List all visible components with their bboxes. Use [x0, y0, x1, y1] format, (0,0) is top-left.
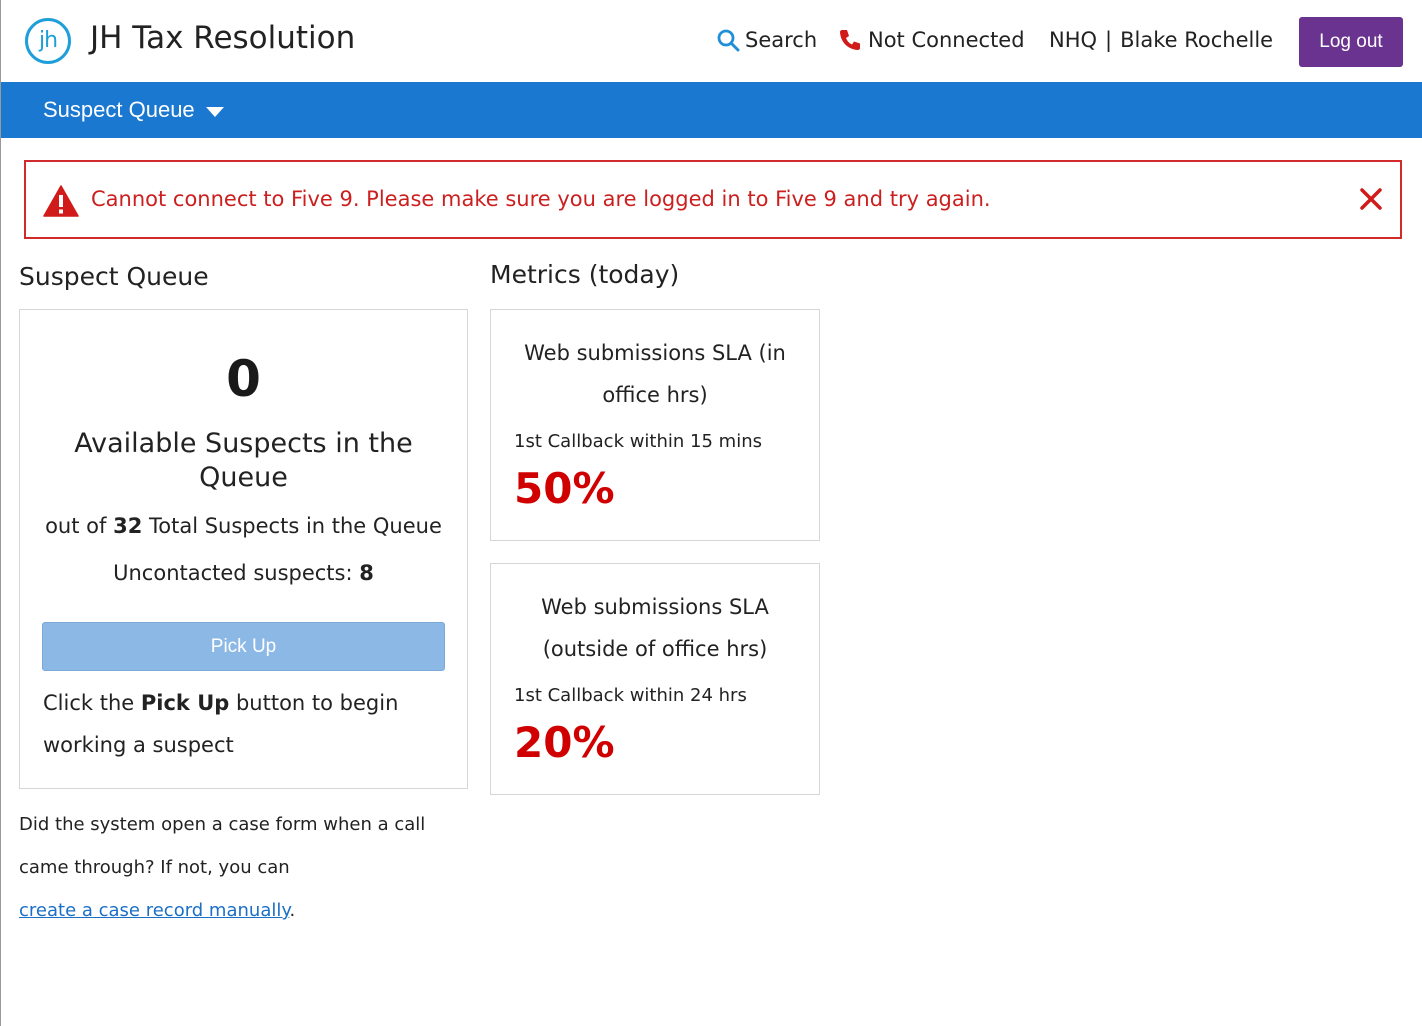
alert-message: Cannot connect to Five 9. Please make su… — [91, 187, 991, 211]
search-label: Search — [745, 28, 818, 52]
org-user-info: NHQ | Blake Rochelle — [1049, 28, 1273, 52]
queue-card: 0 Available Suspects in the Queue out of… — [19, 309, 468, 789]
metric-value: 20% — [514, 718, 615, 767]
total-suffix: Total Suspects in the Queue — [149, 514, 442, 538]
app-header: jh JH Tax Resolution Search Not Connecte… — [1, 0, 1422, 82]
manual-case-prompt: Did the system open a case form when a c… — [19, 814, 426, 878]
close-icon[interactable] — [1358, 186, 1384, 212]
pick-up-button[interactable]: Pick Up — [42, 622, 445, 671]
app-title[interactable]: JH Tax Resolution — [90, 20, 355, 56]
phone-icon — [840, 30, 860, 50]
metric-subtitle: 1st Callback within 15 mins — [514, 431, 762, 452]
manual-case-period: . — [289, 900, 296, 921]
help-bold: Pick Up — [140, 691, 230, 715]
warning-triangle-icon — [43, 185, 79, 217]
suspect-queue-heading: Suspect Queue — [19, 262, 209, 291]
metric-title: Web submissions SLA (outside of office h… — [541, 595, 769, 661]
metric-value: 50% — [514, 464, 615, 513]
nav-bar: Suspect Queue — [1, 82, 1422, 138]
metric-card-outside-office: Web submissions SLA (outside of office h… — [490, 563, 820, 795]
phone-status-label: Not Connected — [868, 28, 1025, 52]
phone-status[interactable]: Not Connected — [838, 28, 1025, 52]
pick-up-help-text: Click the Pick Up button to begin workin… — [43, 682, 423, 766]
available-label: Available Suspects in the Queue — [74, 428, 413, 493]
total-prefix: out of — [45, 514, 107, 538]
search-icon — [717, 29, 740, 52]
total-count: 32 — [113, 514, 143, 538]
caret-down-icon — [205, 106, 224, 117]
available-count: 0 — [226, 350, 261, 408]
org-name: NHQ — [1049, 28, 1098, 52]
metric-subtitle: 1st Callback within 24 hrs — [514, 685, 747, 706]
user-name: Blake Rochelle — [1120, 28, 1274, 52]
uncontacted-count: 8 — [359, 561, 374, 585]
suspect-queue-dropdown[interactable]: Suspect Queue — [43, 97, 224, 123]
create-case-link[interactable]: create a case record manually — [19, 900, 289, 921]
uncontacted-line: Uncontacted suspects: 8 — [20, 561, 467, 585]
search-link[interactable]: Search — [716, 28, 817, 52]
total-suspects-line: out of 32 Total Suspects in the Queue — [20, 514, 467, 538]
org-user-separator: | — [1105, 28, 1113, 52]
help-prefix: Click the — [43, 691, 135, 715]
metrics-heading: Metrics (today) — [490, 260, 680, 289]
metric-title: Web submissions SLA (in office hrs) — [524, 341, 786, 407]
error-alert: Cannot connect to Five 9. Please make su… — [24, 160, 1402, 239]
jh-logo-icon[interactable]: jh — [25, 18, 71, 64]
nav-dropdown-label: Suspect Queue — [43, 97, 195, 122]
metric-card-in-office: Web submissions SLA (in office hrs) 1st … — [490, 309, 820, 541]
uncontacted-label: Uncontacted suspects: — [113, 561, 353, 585]
manual-case-text: Did the system open a case form when a c… — [19, 803, 449, 932]
logout-button[interactable]: Log out — [1299, 17, 1403, 67]
